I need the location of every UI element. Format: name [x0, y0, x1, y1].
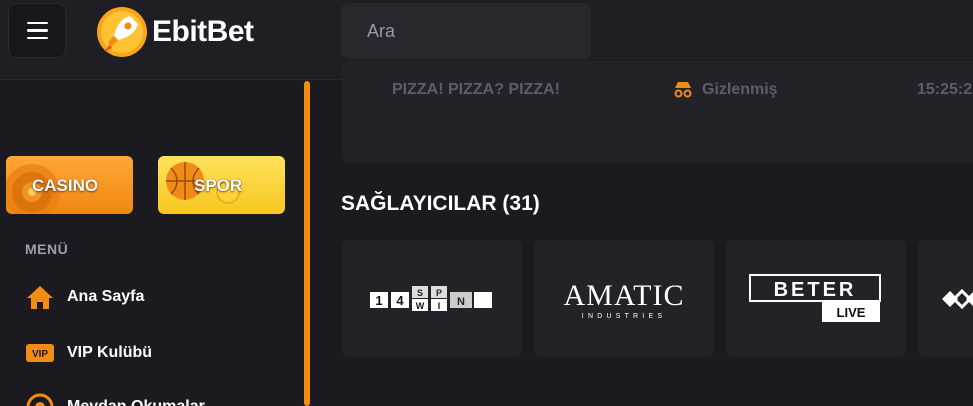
provider-logo-main: BETER — [774, 279, 857, 301]
recent-bets-card: PIZZA! PIZZA? PIZZA! Gizlenmiş 15:25:2 — [342, 61, 973, 163]
search-input[interactable] — [367, 20, 599, 42]
recent-bet-username: Gizlenmiş — [702, 81, 778, 98]
provider-logo-digit: 1 — [375, 293, 382, 308]
provider-card-partial[interactable] — [918, 240, 973, 357]
brand-name: EbitBet — [152, 15, 254, 48]
casino-category-label: CASINO — [32, 176, 99, 195]
provider-card-amatic[interactable]: AMATIC INDUSTRIES — [534, 240, 714, 357]
providers-section-title: SAĞLAYICILAR (31) — [341, 192, 540, 215]
hamburger-icon-line — [26, 36, 48, 40]
hamburger-menu-button[interactable] — [8, 3, 66, 58]
recent-bet-user: Gizlenmiş — [672, 81, 778, 99]
casino-category-button[interactable]: CASINO — [6, 156, 133, 214]
sidebar-item-label: Meydan Okumalar — [67, 398, 205, 406]
sidebar-item-label: Ana Sayfa — [67, 288, 145, 305]
hamburger-icon-line — [26, 29, 48, 32]
svg-text:VIP: VIP — [32, 349, 48, 360]
provider-logo-1spin4win: 1 4 S P W I N — [370, 285, 492, 311]
hamburger-icon-line — [26, 21, 48, 25]
provider-logo-letter: W — [416, 301, 425, 311]
provider-logo-sub: LIVE — [837, 305, 866, 320]
provider-logo-letter: P — [436, 288, 442, 298]
provider-logo-sub: INDUSTRIES — [582, 313, 666, 320]
provider-logo-letter: I — [438, 301, 441, 311]
vip-icon: VIP — [25, 339, 55, 367]
incognito-icon — [674, 82, 692, 98]
main-content: PIZZA! PIZZA? PIZZA! Gizlenmiş 15:25:2 S… — [310, 61, 973, 406]
provider-logo-main: AMATIC — [563, 279, 684, 312]
recent-bet-row[interactable]: PIZZA! PIZZA? PIZZA! Gizlenmiş 15:25:2 — [342, 75, 973, 105]
provider-logo-partial — [942, 288, 973, 309]
provider-logo-digit: 4 — [396, 293, 404, 308]
provider-logo-letter: N — [457, 296, 465, 308]
recent-bet-time: 15:25:2 — [917, 81, 973, 98]
recent-bet-game: PIZZA! PIZZA? PIZZA! — [392, 81, 560, 98]
provider-card-1spin4win[interactable]: 1 4 S P W I N — [342, 240, 522, 357]
sidebar-item-vip[interactable]: VIP VIP Kulübü — [25, 337, 152, 369]
sidebar-item-challenges[interactable]: Meydan Okumalar — [25, 391, 205, 406]
home-icon — [25, 283, 55, 311]
provider-logo-beter-live: BETER LIVE — [749, 273, 881, 322]
sidebar: CASINO SPOR MENÜ Ana Sayfa VIP VIP Kulüb… — [0, 81, 310, 406]
provider-logo-letter: S — [417, 288, 423, 298]
app-root: EbitBet CASINO — [0, 0, 973, 406]
menu-section-title: MENÜ — [25, 241, 69, 257]
provider-logo-amatic: AMATIC INDUSTRIES — [563, 279, 684, 320]
target-icon — [25, 393, 55, 406]
brand-logo[interactable]: EbitBet — [96, 6, 254, 58]
sports-category-button[interactable]: SPOR — [158, 156, 285, 214]
sidebar-item-label: VIP Kulübü — [67, 344, 153, 361]
provider-card-beter-live[interactable]: BETER LIVE — [726, 240, 906, 357]
search-bar[interactable] — [341, 3, 599, 59]
sidebar-item-home[interactable]: Ana Sayfa — [25, 281, 144, 313]
rocket-logo-icon — [97, 7, 147, 57]
sports-category-label: SPOR — [194, 176, 243, 195]
